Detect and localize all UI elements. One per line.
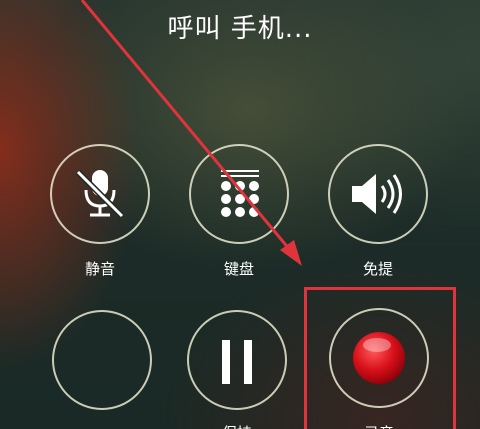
- pointer-arrow: [80, 0, 302, 266]
